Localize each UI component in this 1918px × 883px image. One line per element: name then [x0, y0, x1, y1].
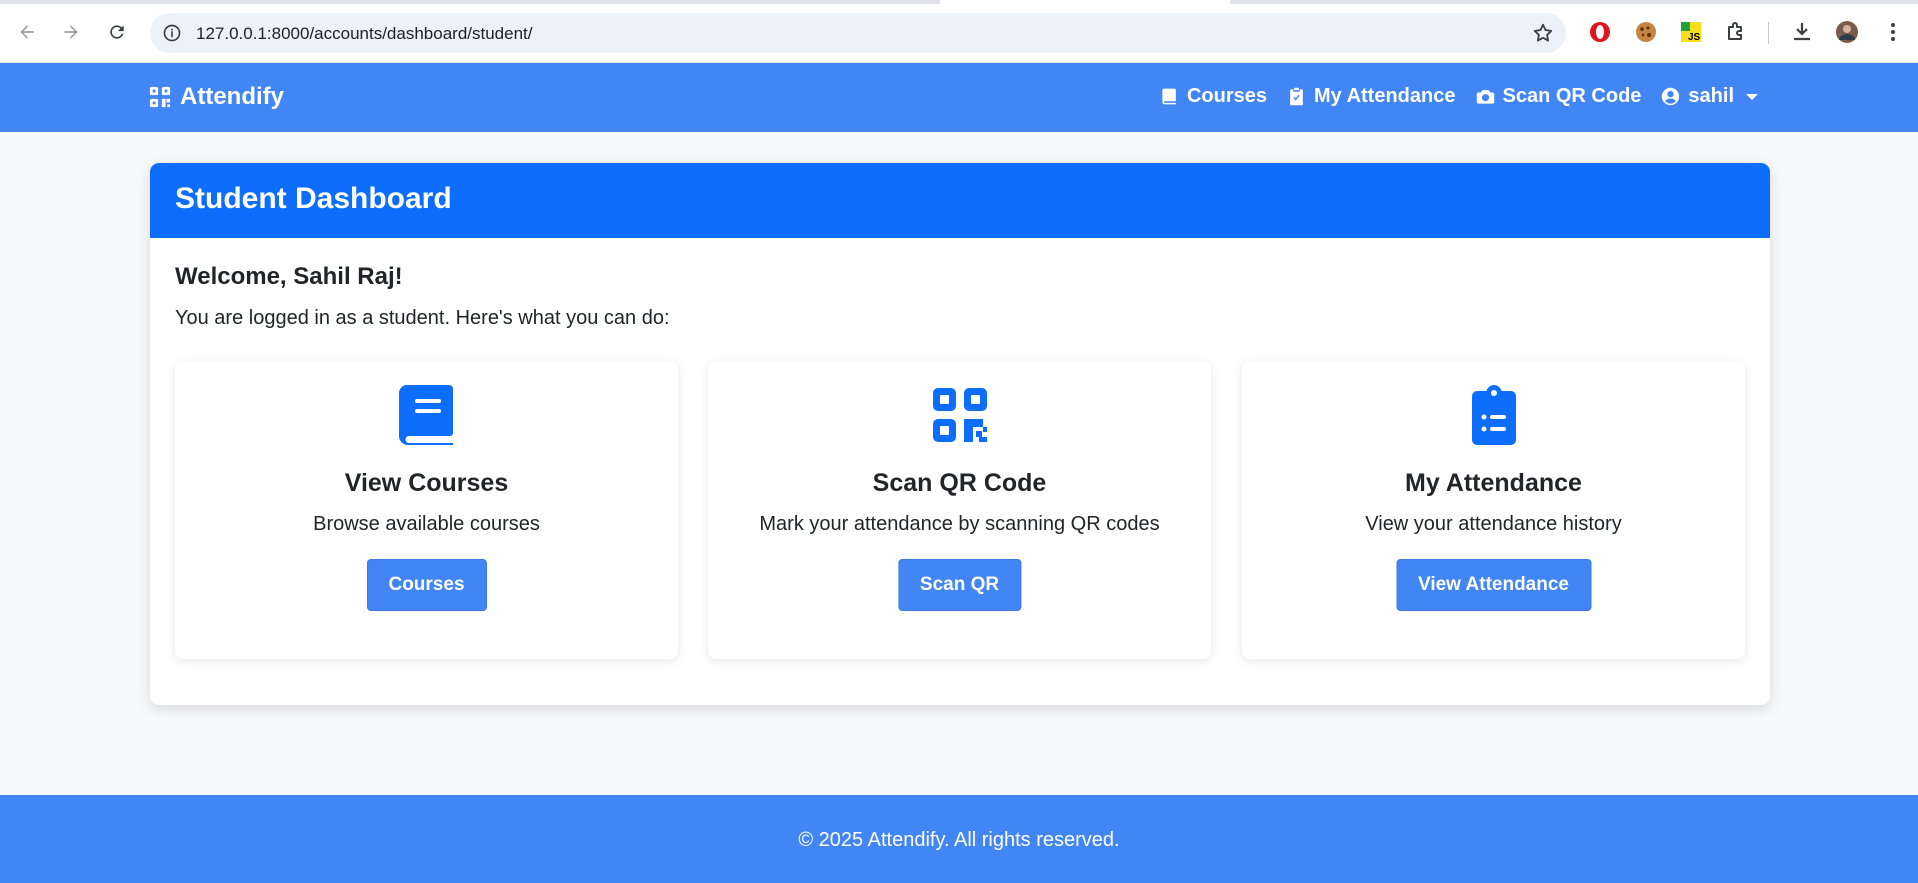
- clipboard-list-icon: [1466, 385, 1522, 445]
- dashboard-card: Student Dashboard Welcome, Sahil Raj! Yo…: [150, 163, 1770, 705]
- book-icon: [398, 385, 455, 445]
- nav-courses[interactable]: Courses: [1160, 85, 1267, 108]
- feature-title: My Attendance: [1405, 469, 1582, 497]
- nav-courses-label: Courses: [1186, 85, 1267, 107]
- bookmark-star-icon[interactable]: [1532, 22, 1554, 44]
- user-circle-icon: [1662, 87, 1680, 106]
- nav-my-attendance-label: My Attendance: [1313, 85, 1456, 107]
- forward-icon[interactable]: [56, 17, 86, 47]
- opera-icon[interactable]: [1587, 19, 1613, 45]
- welcome-heading: Welcome, Sahil Raj!: [175, 263, 403, 290]
- nav-my-attendance[interactable]: My Attendance: [1287, 85, 1456, 108]
- nav-scan-qr[interactable]: Scan QR Code: [1476, 85, 1642, 108]
- nav-links: Courses My Attendance Scan QR Code sahil: [1140, 85, 1758, 108]
- feature-description: Browse available courses: [313, 513, 540, 535]
- brand-link[interactable]: Attendify: [149, 83, 284, 111]
- qr-code-icon: [149, 86, 171, 108]
- download-icon[interactable]: [1789, 19, 1815, 45]
- page-title: Student Dashboard: [150, 163, 1770, 238]
- toolbar-divider: [1768, 22, 1769, 44]
- reload-icon[interactable]: [102, 17, 132, 47]
- svg-text:JS: JS: [1688, 32, 1701, 43]
- feature-card-courses: View Courses Browse available courses Co…: [175, 361, 678, 659]
- address-bar[interactable]: 127.0.0.1:8000/accounts/dashboard/studen…: [150, 13, 1566, 53]
- user-menu-toggle[interactable]: sahil: [1661, 85, 1758, 108]
- feature-card-scan-qr: Scan QR Code Mark your attendance by sca…: [708, 361, 1211, 659]
- js-icon[interactable]: JS: [1678, 19, 1704, 45]
- site-info-icon[interactable]: [162, 23, 182, 43]
- feature-description: Mark your attendance by scanning QR code…: [759, 513, 1160, 535]
- browser-toolbar: 127.0.0.1:8000/accounts/dashboard/studen…: [0, 0, 1918, 63]
- book-icon: [1162, 88, 1176, 105]
- feature-description: View your attendance history: [1365, 513, 1622, 535]
- url-text: 127.0.0.1:8000/accounts/dashboard/studen…: [196, 24, 533, 43]
- nav-scan-qr-label: Scan QR Code: [1502, 85, 1642, 107]
- copyright-text: © 2025 Attendify. All rights reserved.: [798, 829, 1120, 851]
- brand-name: Attendify: [180, 83, 284, 110]
- chevron-down-icon: [1746, 93, 1758, 100]
- back-icon[interactable]: [12, 17, 42, 47]
- tab-strip: [0, 0, 1918, 4]
- scan-qr-button[interactable]: Scan QR: [897, 559, 1022, 611]
- view-attendance-button[interactable]: View Attendance: [1396, 559, 1591, 611]
- cookie-icon[interactable]: [1633, 19, 1659, 45]
- feature-title: Scan QR Code: [872, 469, 1047, 497]
- feature-card-attendance: My Attendance View your attendance histo…: [1242, 361, 1745, 659]
- qr-code-icon: [932, 385, 988, 445]
- courses-button[interactable]: Courses: [366, 559, 487, 611]
- camera-icon: [1476, 90, 1494, 104]
- profile-avatar[interactable]: [1834, 19, 1860, 45]
- footer: © 2025 Attendify. All rights reserved.: [0, 795, 1918, 883]
- clipboard-check-icon: [1290, 87, 1303, 106]
- app-navbar: Attendify Courses My Attendance Scan QR …: [0, 63, 1918, 132]
- feature-title: View Courses: [344, 469, 509, 497]
- intro-text: You are logged in as a student. Here's w…: [175, 307, 670, 329]
- user-name: sahil: [1688, 85, 1734, 107]
- puzzle-icon[interactable]: [1723, 19, 1749, 45]
- browser-menu-icon[interactable]: [1880, 19, 1906, 45]
